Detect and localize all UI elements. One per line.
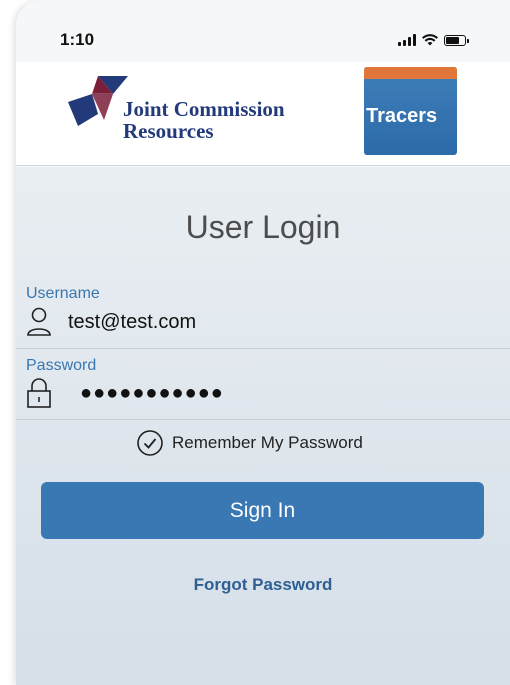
signal-icon — [398, 34, 416, 46]
divider — [16, 419, 510, 420]
status-bar: 1:10 — [16, 0, 510, 62]
password-input[interactable]: ●●●●●●●●●●● — [80, 382, 224, 405]
status-icons — [398, 32, 469, 46]
tracers-badge: Tracers — [364, 67, 457, 155]
forgot-password-link[interactable]: Forgot Password — [16, 575, 510, 595]
login-content: User Login Username test@test.com Passwo… — [16, 167, 510, 685]
brand-line-2: Resources — [123, 119, 214, 143]
tracers-label: Tracers — [366, 105, 438, 127]
remember-password-toggle[interactable]: Remember My Password — [136, 429, 363, 457]
username-label: Username — [26, 285, 100, 302]
badge-accent-bar — [364, 67, 457, 79]
phone-screen: 1:10 Joint Commission Resources Tracers … — [16, 0, 510, 685]
sign-in-button[interactable]: Sign In — [41, 482, 484, 539]
wifi-icon — [422, 34, 438, 46]
page-title: User Login — [185, 209, 341, 245]
brand-line-1: Joint Commission — [123, 97, 285, 121]
status-time: 1:10 — [60, 30, 95, 49]
battery-icon — [444, 35, 469, 46]
checkmark-circle-icon[interactable] — [136, 429, 164, 457]
password-label: Password — [26, 357, 97, 374]
username-input[interactable]: test@test.com — [68, 311, 196, 334]
brand-name: Joint Commission Resources — [123, 98, 285, 142]
user-icon — [27, 307, 51, 336]
password-field[interactable]: ●●●●●●●●●●● — [26, 377, 224, 409]
divider — [16, 348, 510, 349]
remember-password-label: Remember My Password — [172, 433, 363, 452]
lock-icon — [27, 378, 51, 408]
username-field[interactable]: test@test.com — [26, 307, 196, 337]
app-header: Joint Commission Resources Tracers — [16, 62, 510, 166]
